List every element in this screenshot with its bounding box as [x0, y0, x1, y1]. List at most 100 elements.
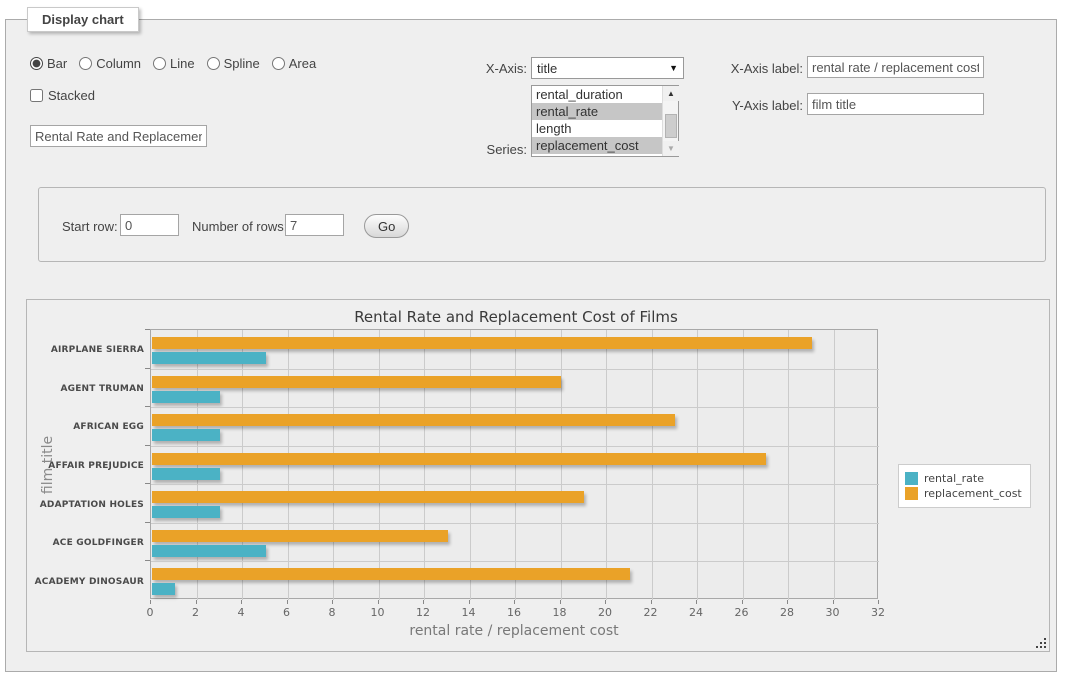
bar-rental_rate	[152, 506, 220, 518]
x-axis-tick	[787, 600, 788, 604]
gridline-vertical	[242, 330, 243, 600]
chart-type-line-label: Line	[170, 56, 195, 71]
resize-grip-icon[interactable]	[1035, 637, 1047, 649]
x-axis-tick-label: 4	[226, 606, 256, 619]
gridline-vertical	[788, 330, 789, 600]
panel-legend: Display chart	[27, 7, 139, 32]
gridline-vertical	[743, 330, 744, 600]
category-label: AFFAIR PREJUDICE	[34, 461, 144, 471]
chart-type-spline-label: Spline	[224, 56, 260, 71]
chart-type-bar-radio[interactable]	[30, 57, 43, 70]
x-axis-label-input[interactable]	[807, 56, 984, 78]
x-axis-tick	[696, 600, 697, 604]
x-axis-label-field-label: X-Axis label:	[667, 61, 803, 76]
stacked-checkbox[interactable]	[30, 89, 43, 102]
category-label: ADAPTATION HOLES	[34, 500, 144, 510]
x-axis-tick	[833, 600, 834, 604]
x-axis-select[interactable]: title ▼	[531, 57, 684, 79]
x-axis-tick	[241, 600, 242, 604]
bar-rental_rate	[152, 391, 220, 403]
gridline-vertical	[333, 330, 334, 600]
gridline-vertical	[288, 330, 289, 600]
bar-replacement_cost	[152, 453, 766, 465]
bar-rental_rate	[152, 352, 266, 364]
chart-type-bar[interactable]: Bar	[30, 56, 67, 71]
gridline-vertical	[197, 330, 198, 600]
series-multiselect[interactable]: rental_durationrental_ratelengthreplacem…	[531, 85, 679, 157]
gridline-vertical	[697, 330, 698, 600]
y-axis-tick	[145, 329, 150, 330]
number-of-rows-input[interactable]	[285, 214, 344, 236]
gridline-vertical	[515, 330, 516, 600]
y-axis-label-input[interactable]	[807, 93, 984, 115]
x-axis-tick	[469, 600, 470, 604]
x-axis-tick-label: 12	[408, 606, 438, 619]
gridline-horizontal	[151, 369, 879, 370]
x-axis-tick-label: 30	[818, 606, 848, 619]
chart-title: Rental Rate and Replacement Cost of Film…	[27, 308, 1005, 326]
x-axis-tick	[605, 600, 606, 604]
series-option-replacement_cost[interactable]: replacement_cost	[532, 137, 662, 154]
chart-series-legend: rental_ratereplacement_cost	[898, 464, 1031, 508]
chart-type-area[interactable]: Area	[272, 56, 316, 71]
x-axis-tick	[196, 600, 197, 604]
legend-label: replacement_cost	[924, 487, 1022, 500]
display-chart-panel: Display chart BarColumnLineSplineArea St…	[5, 19, 1057, 672]
go-button[interactable]: Go	[364, 214, 409, 238]
gridline-vertical	[561, 330, 562, 600]
x-axis-tick-label: 28	[772, 606, 802, 619]
scroll-down-icon[interactable]: ▼	[663, 141, 679, 156]
chart-type-area-radio[interactable]	[272, 57, 285, 70]
x-axis-tick	[287, 600, 288, 604]
rows-form-panel: Start row: Number of rows: Go	[38, 187, 1046, 262]
chart-title-input[interactable]	[30, 125, 207, 147]
x-axis-tick-label: 16	[499, 606, 529, 619]
chart-type-spline-radio[interactable]	[207, 57, 220, 70]
chart-type-line[interactable]: Line	[153, 56, 195, 71]
gridline-vertical	[379, 330, 380, 600]
chart-type-line-radio[interactable]	[153, 57, 166, 70]
start-row-input[interactable]	[120, 214, 179, 236]
chart-type-column-radio[interactable]	[79, 57, 92, 70]
y-axis-tick	[145, 483, 150, 484]
series-scrollbar[interactable]: ▲ ▼	[662, 86, 678, 156]
category-label: ACADEMY DINOSAUR	[34, 577, 144, 587]
x-axis-tick-label: 2	[181, 606, 211, 619]
series-option-rental_duration[interactable]: rental_duration	[532, 86, 662, 103]
bar-replacement_cost	[152, 530, 448, 542]
bar-replacement_cost	[152, 376, 561, 388]
chart-plot-area	[150, 329, 878, 599]
x-axis-tick	[560, 600, 561, 604]
chart-type-spline[interactable]: Spline	[207, 56, 260, 71]
bar-rental_rate	[152, 545, 266, 557]
bar-replacement_cost	[152, 414, 675, 426]
series-option-length[interactable]: length	[532, 120, 662, 137]
x-axis-field-label: X-Axis:	[391, 61, 527, 76]
gridline-horizontal	[151, 446, 879, 447]
gridline-vertical	[424, 330, 425, 600]
bar-rental_rate	[152, 468, 220, 480]
legend-swatch-replacement_cost	[905, 487, 918, 500]
x-axis-tick	[423, 600, 424, 604]
gridline-vertical	[606, 330, 607, 600]
scrollbar-thumb[interactable]	[665, 114, 677, 138]
chart-x-axis-title: rental rate / replacement cost	[150, 623, 878, 639]
x-axis-tick-label: 22	[636, 606, 666, 619]
x-axis-tick	[378, 600, 379, 604]
chart-type-column[interactable]: Column	[79, 56, 141, 71]
x-axis-tick-label: 24	[681, 606, 711, 619]
stacked-checkbox-row[interactable]: Stacked	[30, 88, 95, 103]
chart-type-area-label: Area	[289, 56, 316, 71]
gridline-horizontal	[151, 561, 879, 562]
legend-swatch-rental_rate	[905, 472, 918, 485]
category-label: ACE GOLDFINGER	[34, 538, 144, 548]
y-axis-tick	[145, 368, 150, 369]
series-option-rental_rate[interactable]: rental_rate	[532, 103, 662, 120]
gridline-horizontal	[151, 407, 879, 408]
bar-replacement_cost	[152, 568, 630, 580]
x-axis-tick-label: 26	[727, 606, 757, 619]
y-axis-tick	[145, 445, 150, 446]
chart-panel: Rental Rate and Replacement Cost of Film…	[26, 299, 1050, 652]
chart-type-column-label: Column	[96, 56, 141, 71]
bar-replacement_cost	[152, 491, 584, 503]
